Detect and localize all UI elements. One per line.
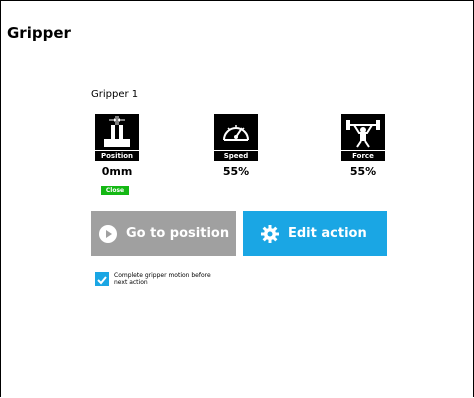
force-label: Force <box>341 151 385 161</box>
speed-label: Speed <box>214 151 258 161</box>
page-title: Gripper <box>7 24 71 42</box>
window-frame <box>0 0 474 397</box>
position-metric: Position 0mm <box>82 114 152 178</box>
force-value: 55% <box>349 165 377 178</box>
complete-motion-option: Complete gripper motion before next acti… <box>95 272 214 286</box>
position-label: Position <box>95 151 139 161</box>
gripper-name: Gripper 1 <box>91 89 139 100</box>
force-metric: Force 55% <box>328 114 398 178</box>
weightlifter-icon <box>341 114 385 150</box>
go-to-position-label: Go to position <box>126 226 230 241</box>
position-value: 0mm <box>101 165 133 178</box>
gripper-jaws-icon <box>95 114 139 150</box>
speedometer-icon <box>214 114 258 150</box>
gear-icon <box>261 224 279 243</box>
checkmark-icon <box>97 276 107 285</box>
speed-metric: Speed 55% <box>201 114 271 178</box>
complete-motion-checkbox[interactable] <box>95 272 109 286</box>
edit-action-button[interactable]: Edit action <box>243 211 387 256</box>
complete-motion-label: Complete gripper motion before next acti… <box>114 272 211 286</box>
play-circle-icon <box>99 224 117 243</box>
go-to-position-button[interactable]: Go to position <box>91 211 236 256</box>
speed-value: 55% <box>222 165 250 178</box>
status-badge: Close <box>101 186 129 195</box>
edit-action-label: Edit action <box>288 226 367 241</box>
